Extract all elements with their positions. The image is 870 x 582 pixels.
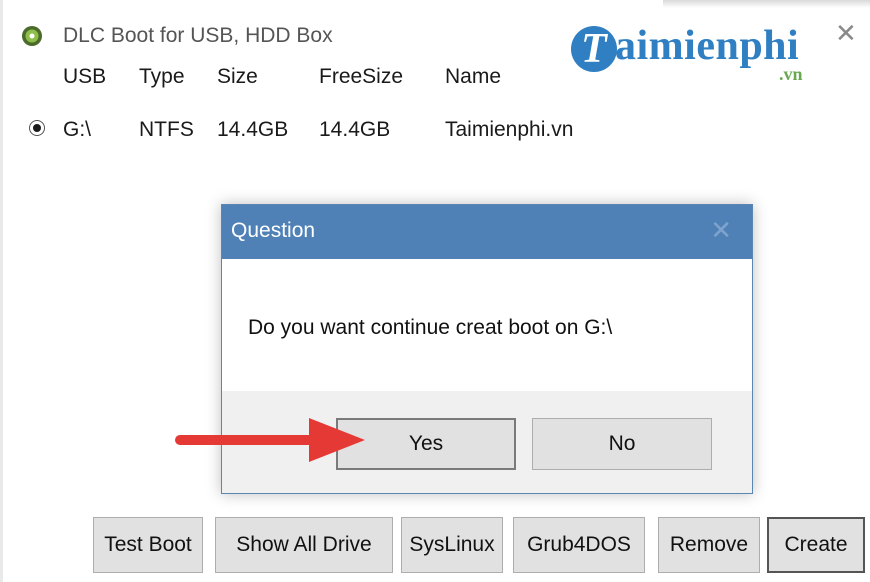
dialog-title: Question [231, 219, 316, 242]
close-icon[interactable]: ✕ [835, 20, 857, 46]
app-disc-icon [22, 26, 42, 46]
header-type: Type [139, 65, 185, 88]
no-button[interactable]: No [532, 418, 712, 470]
red-arrow-icon [175, 418, 365, 462]
header-usb: USB [63, 65, 107, 88]
grub4dos-button[interactable]: Grub4DOS [513, 517, 645, 573]
header-size: Size [217, 65, 258, 88]
create-button[interactable]: Create [767, 517, 865, 573]
app-title: DLC Boot for USB, HDD Box [63, 24, 333, 47]
dialog-message: Do you want continue creat boot on G:\ [248, 316, 613, 339]
drive-freesize: 14.4GB [319, 118, 391, 141]
syslinux-button[interactable]: SysLinux [401, 517, 503, 573]
title-strip [663, 0, 870, 8]
show-all-drive-button[interactable]: Show All Drive [215, 517, 393, 573]
drive-name: Taimienphi.vn [445, 118, 574, 141]
header-freesize: FreeSize [319, 65, 404, 88]
drive-type: NTFS [139, 118, 194, 141]
drive-size: 14.4GB [217, 118, 289, 141]
header-name: Name [445, 65, 502, 88]
test-boot-button[interactable]: Test Boot [93, 517, 203, 573]
drive-radio-g[interactable] [29, 120, 45, 136]
dialog-close-icon[interactable]: ✕ [710, 217, 732, 243]
logo-sub: .vn [779, 64, 803, 84]
logo-badge-letter: T [581, 26, 607, 72]
remove-button[interactable]: Remove [658, 517, 760, 573]
dialog-titlebar[interactable]: Question ✕ [222, 205, 752, 259]
drive-usb[interactable]: G:\ [63, 118, 91, 142]
logo-badge: T [571, 26, 617, 72]
taimienphi-logo: T aimienphi .vn [571, 22, 821, 92]
logo-text: aimienphi [615, 23, 800, 69]
